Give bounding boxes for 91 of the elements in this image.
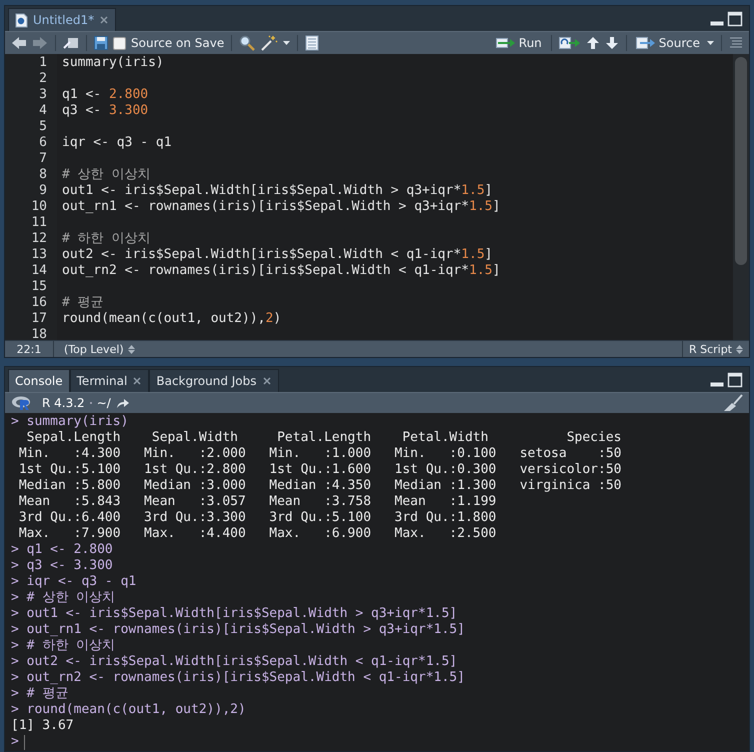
line-number: 15	[30, 279, 47, 295]
command-line: > iqr <- q3 - q1	[11, 574, 136, 590]
save-icon[interactable]	[94, 36, 108, 50]
output-line: Max. :7.900 Max. :4.400 Max. :6.900 Max. :2.500	[18, 526, 498, 542]
line-number: 13	[30, 247, 47, 263]
code-line: q1 <- 2.800	[62, 87, 148, 102]
code-line: out_rn1 <- rownames(iris)[iris$Sepal.Width > q3+iqr*1.5]	[62, 199, 500, 214]
source-on-save-checkbox[interactable]	[113, 36, 126, 50]
code-line: # 평균	[62, 295, 104, 310]
notebook-icon[interactable]	[305, 35, 320, 51]
close-icon[interactable]	[132, 376, 142, 386]
pane-tab[interactable]: Console	[8, 369, 70, 392]
prompt: >	[11, 734, 19, 750]
output-line: [1] 3.67	[11, 718, 74, 734]
command-line: > # 상한 이상치	[11, 590, 116, 606]
rerun-icon[interactable]	[558, 36, 581, 50]
back-arrow-icon[interactable]	[11, 36, 27, 50]
command-line: > out2 <- iris$Sepal.Width[iris$Sepal.Width < q1-iqr*1.5]	[11, 654, 458, 670]
down-arrow-icon[interactable]	[604, 36, 619, 50]
command-line: > q1 <- 2.800	[11, 542, 113, 558]
sort-icon	[736, 344, 743, 354]
share-arrow-icon[interactable]	[116, 397, 130, 409]
source-button[interactable]: Source	[634, 36, 702, 50]
search-icon[interactable]	[239, 35, 256, 51]
line-number: 4	[38, 103, 47, 119]
close-icon[interactable]	[262, 376, 272, 386]
line-number: 18	[30, 327, 47, 340]
outline-icon[interactable]	[729, 37, 743, 49]
maximize-icon[interactable]	[727, 372, 743, 388]
code-line: q3 <- 3.300	[62, 103, 148, 118]
source-on-save-label[interactable]: Source on Save	[131, 36, 224, 50]
line-number: 8	[38, 167, 47, 183]
code-line: out2 <- iris$Sepal.Width[iris$Sepal.Width < q1-iqr*1.5]	[62, 247, 492, 262]
pane-tab[interactable]: Terminal	[70, 369, 150, 392]
run-icon	[496, 37, 516, 49]
line-number: 2	[38, 71, 47, 87]
r-file-icon	[15, 12, 28, 28]
working-directory[interactable]: ~/	[96, 396, 111, 410]
broom-icon[interactable]	[723, 394, 743, 412]
command-line: > # 평균	[11, 686, 68, 702]
line-number: 9	[38, 183, 47, 199]
cursor-position: 22:1	[5, 341, 54, 357]
line-number: 3	[38, 87, 47, 103]
line-number: 17	[30, 311, 47, 327]
source-icon	[636, 37, 656, 49]
up-arrow-icon[interactable]	[586, 36, 600, 50]
close-icon[interactable]	[99, 15, 110, 25]
command-line: > out_rn1 <- rownames(iris)[iris$Sepal.Width > q3+iqr*1.5]	[11, 622, 465, 638]
command-line: > # 하한 이상치	[11, 638, 116, 654]
scope-selector[interactable]: (Top Level)	[54, 342, 135, 356]
code-line: out_rn2 <- rownames(iris)[iris$Sepal.Width < q1-iqr*1.5]	[62, 263, 500, 278]
code-line: round(mean(c(out1, out2)),2)	[62, 311, 282, 326]
line-number: 6	[38, 135, 47, 151]
pane-tab[interactable]: Background Jobs	[149, 369, 279, 392]
line-number: 14	[30, 263, 47, 279]
scrollbar[interactable]	[733, 54, 749, 340]
window-arrow-icon[interactable]	[63, 36, 79, 50]
command-line: > summary(iris)	[11, 414, 128, 430]
line-number: 7	[38, 151, 47, 167]
command-line: > q3 <- 3.300	[11, 558, 113, 574]
code-line: summary(iris)	[62, 55, 164, 70]
command-line: > out_rn2 <- rownames(iris)[iris$Sepal.Width < q1-iqr*1.5]	[11, 670, 465, 686]
code-line: iqr <- q3 - q1	[62, 135, 172, 150]
file-type-selector[interactable]: R Script	[682, 341, 749, 357]
command-line: > out1 <- iris$Sepal.Width[iris$Sepal.Width > q3+iqr*1.5]	[11, 606, 458, 622]
line-number: 10	[30, 199, 47, 215]
maximize-icon[interactable]	[727, 11, 743, 27]
caret-icon[interactable]	[707, 40, 714, 46]
output-line: Mean :5.843 Mean :3.057 Mean :3.758 Mean :1.199	[18, 494, 498, 510]
sort-icon	[128, 344, 135, 354]
line-number: 11	[30, 215, 47, 231]
code-line: # 상한 이상치	[62, 167, 150, 182]
line-number: 16	[30, 295, 47, 311]
output-line: 3rd Qu.:6.400 3rd Qu.:3.300 3rd Qu.:5.100 3rd Qu.:1.800	[18, 510, 498, 526]
caret-icon[interactable]	[283, 40, 290, 46]
output-line: Median :5.800 Median :3.000 Median :4.350 Median :1.300 virginica :50	[18, 478, 622, 494]
text-cursor	[24, 734, 25, 750]
r-version: R 4.3.2	[42, 396, 85, 410]
line-number: 5	[38, 119, 47, 135]
line-number: 1	[38, 55, 47, 71]
output-line: Min. :4.300 Min. :2.000 Min. :1.000 Min. :0.100 setosa :50	[18, 446, 622, 462]
line-number: 12	[30, 231, 47, 247]
command-line: > round(mean(c(out1, out2)),2)	[11, 702, 246, 718]
magic-wand-icon[interactable]	[260, 35, 278, 51]
output-line: 1st Qu.:5.100 1st Qu.:2.800 1st Qu.:1.600 1st Qu.:0.300 versicolor:50	[18, 462, 622, 478]
scroll-thumb[interactable]	[735, 57, 747, 265]
file-tab[interactable]: Untitled1*	[8, 8, 116, 31]
code-line: # 하한 이상치	[62, 231, 150, 246]
code-line: out1 <- iris$Sepal.Width[iris$Sepal.Width > q3+iqr*1.5]	[62, 183, 492, 198]
output-line: Sepal.Length Sepal.Width Petal.Length Petal.Width Species	[26, 430, 622, 446]
run-button[interactable]: Run	[494, 36, 544, 50]
